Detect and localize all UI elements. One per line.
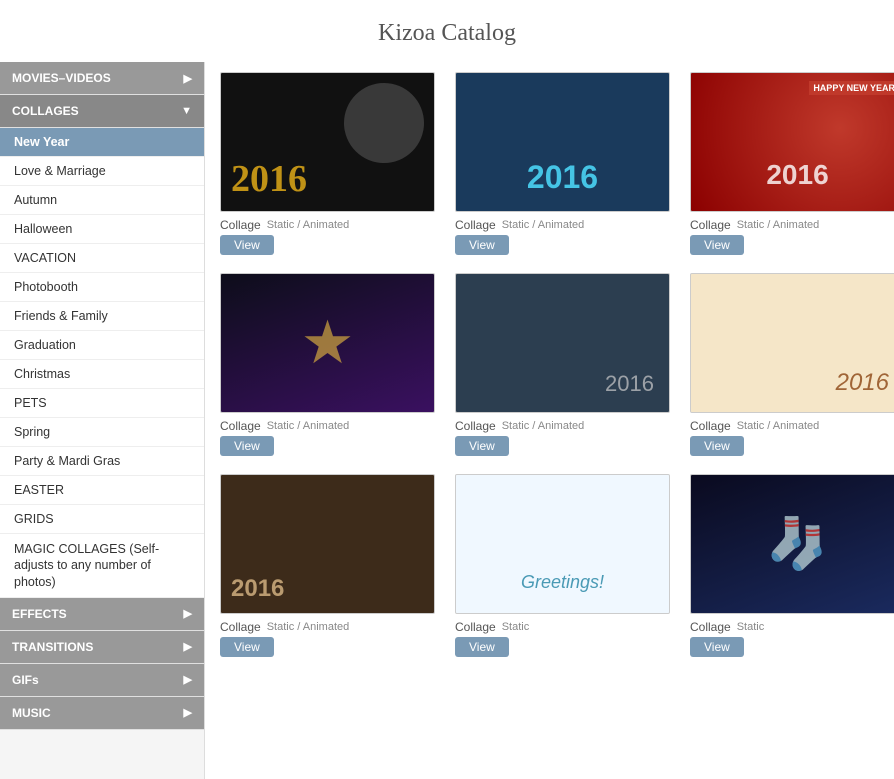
sidebar-item-friends-family[interactable]: Friends & Family [0, 302, 204, 331]
card-image-7 [220, 474, 435, 614]
view-button-4[interactable]: View [220, 436, 274, 456]
collage-grid: Collage Static / Animated View Collage Stati… [220, 72, 894, 657]
sidebar-item-halloween-label: Halloween [14, 222, 72, 236]
sidebar-item-easter[interactable]: EASTER [0, 476, 204, 505]
sidebar-item-easter-label: EASTER [14, 483, 64, 497]
card-3: Collage Static / Animated View [690, 72, 894, 255]
sidebar-item-music-label: MUSIC [12, 706, 51, 720]
sidebar-item-photobooth[interactable]: Photobooth [0, 273, 204, 302]
sidebar-item-graduation[interactable]: Graduation [0, 331, 204, 360]
card-type-3: Static / Animated [737, 219, 820, 231]
chevron-right-icon-music: ▶ [184, 706, 192, 719]
card-4: Collage Static / Animated View [220, 273, 435, 456]
sidebar-item-effects[interactable]: EFFECTS ▶ [0, 598, 204, 631]
card-5: Collage Static / Animated View [455, 273, 670, 456]
card-image-4 [220, 273, 435, 413]
sidebar-item-christmas[interactable]: Christmas [0, 360, 204, 389]
chevron-right-icon: ▶ [184, 72, 192, 85]
card-label-7: Collage [220, 620, 261, 634]
card-6: Collage Static / Animated View [690, 273, 894, 456]
sidebar-item-new-year-label: New Year [14, 135, 69, 149]
sidebar-item-pets[interactable]: PETS [0, 389, 204, 418]
sidebar-item-christmas-label: Christmas [14, 367, 70, 381]
card-type-9: Static [737, 621, 765, 633]
sidebar-item-graduation-label: Graduation [14, 338, 76, 352]
card-label-3: Collage [690, 218, 731, 232]
sidebar-item-movies-videos-label: MOVIES–VIDEOS [12, 71, 111, 85]
chevron-down-icon: ▼ [181, 105, 192, 117]
card-label-9: Collage [690, 620, 731, 634]
sidebar-item-photobooth-label: Photobooth [14, 280, 78, 294]
card-image-1 [220, 72, 435, 212]
card-image-9 [690, 474, 894, 614]
sidebar-item-movies-videos[interactable]: MOVIES–VIDEOS ▶ [0, 62, 204, 95]
sidebar-item-spring[interactable]: Spring [0, 418, 204, 447]
card-label-5: Collage [455, 419, 496, 433]
card-type-8: Static [502, 621, 530, 633]
main-content: Collage Static / Animated View Collage Stati… [205, 62, 894, 779]
page-title: Kizoa Catalog [0, 0, 894, 62]
sidebar-item-magic-collages-label: MAGIC COLLAGES (Self-adjusts to any numb… [14, 541, 190, 590]
sidebar-item-vacation-label: VACATION [14, 251, 76, 265]
chevron-right-icon-gifs: ▶ [184, 673, 192, 686]
card-type-2: Static / Animated [502, 219, 585, 231]
sidebar-item-gifs-label: GIFs [12, 673, 39, 687]
sidebar-item-collages-label: COLLAGES [12, 104, 79, 118]
card-8: Collage Static View [455, 474, 670, 657]
sidebar-item-halloween[interactable]: Halloween [0, 215, 204, 244]
card-2: Collage Static / Animated View [455, 72, 670, 255]
card-label-8: Collage [455, 620, 496, 634]
sidebar-item-transitions[interactable]: TRANSITIONS ▶ [0, 631, 204, 664]
sidebar-item-vacation[interactable]: VACATION [0, 244, 204, 273]
sidebar-item-music[interactable]: MUSIC ▶ [0, 697, 204, 730]
view-button-3[interactable]: View [690, 235, 744, 255]
sidebar-item-autumn[interactable]: Autumn [0, 186, 204, 215]
sidebar-item-magic-collages[interactable]: MAGIC COLLAGES (Self-adjusts to any numb… [0, 534, 204, 598]
card-image-3 [690, 72, 894, 212]
chevron-right-icon-effects: ▶ [184, 607, 192, 620]
view-button-8[interactable]: View [455, 637, 509, 657]
sidebar-item-grids[interactable]: GRIDS [0, 505, 204, 534]
card-type-7: Static / Animated [267, 621, 350, 633]
sidebar-item-love-marriage-label: Love & Marriage [14, 164, 106, 178]
card-type-6: Static / Animated [737, 420, 820, 432]
sidebar: MOVIES–VIDEOS ▶ COLLAGES ▼ New Year Love… [0, 62, 205, 779]
sidebar-item-grids-label: GRIDS [14, 512, 54, 526]
sidebar-item-autumn-label: Autumn [14, 193, 57, 207]
card-image-5 [455, 273, 670, 413]
sidebar-item-pets-label: PETS [14, 396, 47, 410]
view-button-5[interactable]: View [455, 436, 509, 456]
card-image-8 [455, 474, 670, 614]
card-image-2 [455, 72, 670, 212]
sidebar-item-friends-family-label: Friends & Family [14, 309, 108, 323]
view-button-1[interactable]: View [220, 235, 274, 255]
card-1: Collage Static / Animated View [220, 72, 435, 255]
card-type-4: Static / Animated [267, 420, 350, 432]
card-label-1: Collage [220, 218, 261, 232]
card-7: Collage Static / Animated View [220, 474, 435, 657]
sidebar-item-party-mardi-gras-label: Party & Mardi Gras [14, 454, 120, 468]
sidebar-item-new-year[interactable]: New Year [0, 128, 204, 157]
sidebar-item-effects-label: EFFECTS [12, 607, 67, 621]
card-type-5: Static / Animated [502, 420, 585, 432]
chevron-right-icon-transitions: ▶ [184, 640, 192, 653]
card-label-4: Collage [220, 419, 261, 433]
card-type-1: Static / Animated [267, 219, 350, 231]
card-image-6 [690, 273, 894, 413]
view-button-6[interactable]: View [690, 436, 744, 456]
card-9: Collage Static View [690, 474, 894, 657]
view-button-2[interactable]: View [455, 235, 509, 255]
view-button-7[interactable]: View [220, 637, 274, 657]
sidebar-item-spring-label: Spring [14, 425, 50, 439]
sidebar-item-collages[interactable]: COLLAGES ▼ [0, 95, 204, 128]
view-button-9[interactable]: View [690, 637, 744, 657]
card-label-6: Collage [690, 419, 731, 433]
card-label-2: Collage [455, 218, 496, 232]
sidebar-item-transitions-label: TRANSITIONS [12, 640, 93, 654]
sidebar-item-gifs[interactable]: GIFs ▶ [0, 664, 204, 697]
sidebar-item-love-marriage[interactable]: Love & Marriage [0, 157, 204, 186]
sidebar-item-party-mardi-gras[interactable]: Party & Mardi Gras [0, 447, 204, 476]
